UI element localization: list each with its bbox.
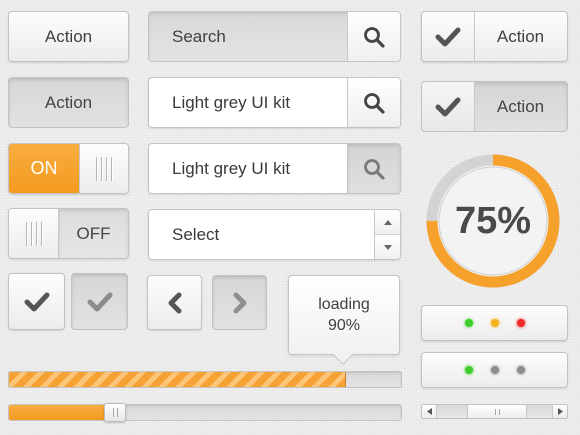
search-button[interactable]: [347, 12, 400, 61]
select-down-arrow[interactable]: [374, 235, 400, 259]
action-button-pressed[interactable]: Action: [8, 77, 129, 128]
slider-thumb[interactable]: [104, 403, 126, 422]
grey-light-icon: [516, 366, 525, 374]
scroll-right-button[interactable]: [552, 405, 567, 418]
tooltip-line-1: loading: [318, 296, 370, 313]
search-icon: [364, 26, 385, 48]
checkmark-icon: [435, 27, 461, 46]
select-value: Select: [172, 224, 220, 244]
green-light-icon: [464, 319, 473, 327]
slider-fill: [9, 405, 115, 420]
grey-light-icon: [490, 366, 499, 374]
search-icon: [364, 158, 385, 180]
search-button-pressed[interactable]: [347, 144, 400, 193]
checkbox-checked[interactable]: [8, 273, 65, 330]
check-segment[interactable]: [422, 12, 475, 61]
scroll-left-button[interactable]: [422, 405, 437, 418]
toggle-handle[interactable]: [9, 209, 59, 258]
toggle-on-label: ON: [30, 158, 58, 178]
chevron-left-icon: [168, 292, 181, 313]
search-placeholder: Search: [172, 26, 226, 46]
search-field[interactable]: Light grey UI kit: [148, 77, 401, 128]
scroll-thumb[interactable]: [467, 405, 527, 418]
action-label: Action: [496, 96, 545, 116]
search-field-value: Light grey UI kit: [172, 92, 291, 112]
search-box[interactable]: Search: [148, 11, 401, 62]
checkmark-icon: [87, 292, 112, 311]
triangle-left-icon: [426, 408, 432, 415]
action-label: Action: [496, 26, 545, 46]
horizontal-scrollbar[interactable]: [421, 404, 568, 419]
checkmark-icon: [24, 292, 49, 311]
status-lights-1[interactable]: [421, 305, 568, 341]
action-button-label: Action: [44, 26, 93, 46]
select-up-arrow[interactable]: [374, 210, 400, 235]
triangle-down-icon: [383, 244, 392, 250]
circular-progress: 75%: [425, 153, 561, 289]
slider-track[interactable]: [8, 403, 402, 422]
check-action-button[interactable]: Action: [421, 11, 568, 62]
search-button[interactable]: [347, 78, 400, 127]
loading-tooltip: loading 90%: [288, 275, 400, 365]
red-light-icon: [516, 319, 525, 327]
status-lights-2[interactable]: [421, 352, 568, 388]
next-button-pressed[interactable]: [212, 275, 267, 330]
triangle-right-icon: [557, 408, 563, 415]
triangle-up-icon: [383, 219, 392, 225]
search-field-active[interactable]: Light grey UI kit: [148, 143, 401, 194]
grip-icon: [25, 221, 42, 246]
grip-icon: [96, 156, 112, 181]
select-dropdown[interactable]: Select: [148, 209, 401, 260]
action-button[interactable]: Action: [8, 11, 129, 62]
green-light-icon: [464, 366, 473, 374]
progress-ring-label: 75%: [454, 199, 532, 242]
check-action-button-pressed[interactable]: Action: [421, 81, 568, 132]
tooltip-line-2: 90%: [327, 317, 361, 334]
chevron-right-icon: [233, 292, 246, 313]
progress-bar-fill: [9, 372, 346, 387]
action-button-label: Action: [44, 92, 93, 112]
search-icon: [364, 92, 385, 114]
prev-button[interactable]: [147, 275, 202, 330]
search-field-value: Light grey UI kit: [172, 158, 291, 178]
checkbox-checked-pressed[interactable]: [71, 273, 128, 330]
amber-light-icon: [490, 319, 499, 327]
toggle-off-label: OFF: [76, 223, 111, 243]
progress-bar: [8, 371, 402, 388]
checkmark-icon: [435, 97, 461, 116]
on-toggle[interactable]: ON: [8, 143, 129, 194]
off-toggle[interactable]: OFF: [8, 208, 129, 259]
check-segment[interactable]: [422, 82, 475, 131]
toggle-handle[interactable]: [79, 144, 128, 193]
